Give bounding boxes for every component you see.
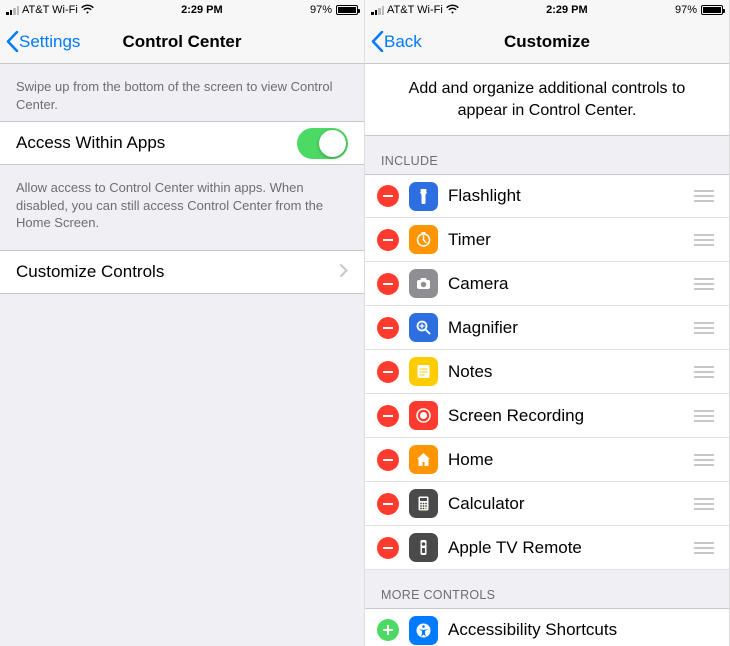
more-controls-header: MORE CONTROLS: [365, 570, 729, 608]
drag-handle[interactable]: [693, 498, 715, 510]
control-item-row[interactable]: Calculator: [365, 482, 729, 526]
screenrec-icon: [409, 401, 438, 430]
row-label: Customize Controls: [16, 262, 340, 282]
drag-handle[interactable]: [693, 278, 715, 290]
status-time: 2:29 PM: [546, 4, 588, 16]
item-label: Notes: [448, 362, 683, 382]
carrier-label: AT&T Wi-Fi: [387, 4, 443, 16]
control-item-row[interactable]: Screen Recording: [365, 394, 729, 438]
status-bar: AT&T Wi-Fi 2:29 PM 97%: [0, 0, 364, 20]
status-bar: AT&T Wi-Fi 2:29 PM 97%: [365, 0, 729, 20]
content: Swipe up from the bottom of the screen t…: [0, 64, 364, 646]
chevron-left-icon: [371, 31, 384, 52]
drag-handle[interactable]: [693, 190, 715, 202]
remove-button[interactable]: [377, 449, 399, 471]
control-item-row[interactable]: Timer: [365, 218, 729, 262]
include-header: INCLUDE: [365, 136, 729, 174]
control-item-row[interactable]: Magnifier: [365, 306, 729, 350]
home-icon: [409, 445, 438, 474]
remove-button[interactable]: [377, 405, 399, 427]
item-label: Flashlight: [448, 186, 683, 206]
remove-button[interactable]: [377, 493, 399, 515]
control-item-row[interactable]: Apple TV Remote: [365, 526, 729, 570]
status-time: 2:29 PM: [181, 4, 223, 16]
battery-pct: 97%: [675, 4, 697, 16]
section-note: Allow access to Control Center within ap…: [0, 165, 364, 240]
remove-button[interactable]: [377, 273, 399, 295]
battery-icon: [701, 5, 723, 15]
content: Add and organize additional controls to …: [365, 64, 729, 646]
back-label: Back: [384, 32, 422, 52]
intro-text: Add and organize additional controls to …: [365, 64, 729, 136]
back-button[interactable]: Back: [365, 31, 422, 52]
control-item-row[interactable]: Camera: [365, 262, 729, 306]
phone-customize: AT&T Wi-Fi 2:29 PM 97% Back Customize Ad…: [365, 0, 730, 646]
magnifier-icon: [409, 313, 438, 342]
battery-pct: 97%: [310, 4, 332, 16]
wifi-icon: [446, 4, 459, 17]
control-item-row[interactable]: Home: [365, 438, 729, 482]
customize-controls-row[interactable]: Customize Controls: [0, 250, 364, 294]
remove-button[interactable]: [377, 361, 399, 383]
add-button[interactable]: [377, 619, 399, 641]
remove-button[interactable]: [377, 185, 399, 207]
item-label: Apple TV Remote: [448, 538, 683, 558]
item-label: Accessibility Shortcuts: [448, 620, 715, 640]
row-label: Access Within Apps: [16, 133, 297, 153]
item-label: Home: [448, 450, 683, 470]
item-label: Screen Recording: [448, 406, 683, 426]
battery-icon: [336, 5, 358, 15]
control-item-row[interactable]: Flashlight: [365, 174, 729, 218]
atvremote-icon: [409, 533, 438, 562]
item-label: Timer: [448, 230, 683, 250]
chevron-left-icon: [6, 31, 19, 52]
phone-control-center: AT&T Wi-Fi 2:29 PM 97% Settings Control …: [0, 0, 365, 646]
item-label: Calculator: [448, 494, 683, 514]
nav-bar: Back Customize: [365, 20, 729, 64]
timer-icon: [409, 225, 438, 254]
control-item-row[interactable]: Notes: [365, 350, 729, 394]
nav-bar: Settings Control Center: [0, 20, 364, 64]
remove-button[interactable]: [377, 537, 399, 559]
camera-icon: [409, 269, 438, 298]
calculator-icon: [409, 489, 438, 518]
remove-button[interactable]: [377, 229, 399, 251]
wifi-icon: [81, 4, 94, 17]
carrier-label: AT&T Wi-Fi: [22, 4, 78, 16]
drag-handle[interactable]: [693, 366, 715, 378]
signal-icon: [6, 6, 19, 15]
drag-handle[interactable]: [693, 542, 715, 554]
more-list: Accessibility Shortcuts: [365, 608, 729, 646]
drag-handle[interactable]: [693, 454, 715, 466]
drag-handle[interactable]: [693, 234, 715, 246]
back-label: Settings: [19, 32, 80, 52]
include-list: Flashlight Timer Camera Magnifier Notes Scree…: [365, 174, 729, 570]
item-label: Camera: [448, 274, 683, 294]
flashlight-icon: [409, 182, 438, 211]
back-button[interactable]: Settings: [0, 31, 80, 52]
accessibility-icon: [409, 616, 438, 645]
remove-button[interactable]: [377, 317, 399, 339]
drag-handle[interactable]: [693, 410, 715, 422]
section-note: Swipe up from the bottom of the screen t…: [0, 64, 364, 121]
item-label: Magnifier: [448, 318, 683, 338]
signal-icon: [371, 6, 384, 15]
access-toggle[interactable]: [297, 128, 348, 159]
drag-handle[interactable]: [693, 322, 715, 334]
access-within-apps-row[interactable]: Access Within Apps: [0, 121, 364, 165]
control-item-row[interactable]: Accessibility Shortcuts: [365, 608, 729, 646]
notes-icon: [409, 357, 438, 386]
chevron-right-icon: [340, 262, 348, 282]
